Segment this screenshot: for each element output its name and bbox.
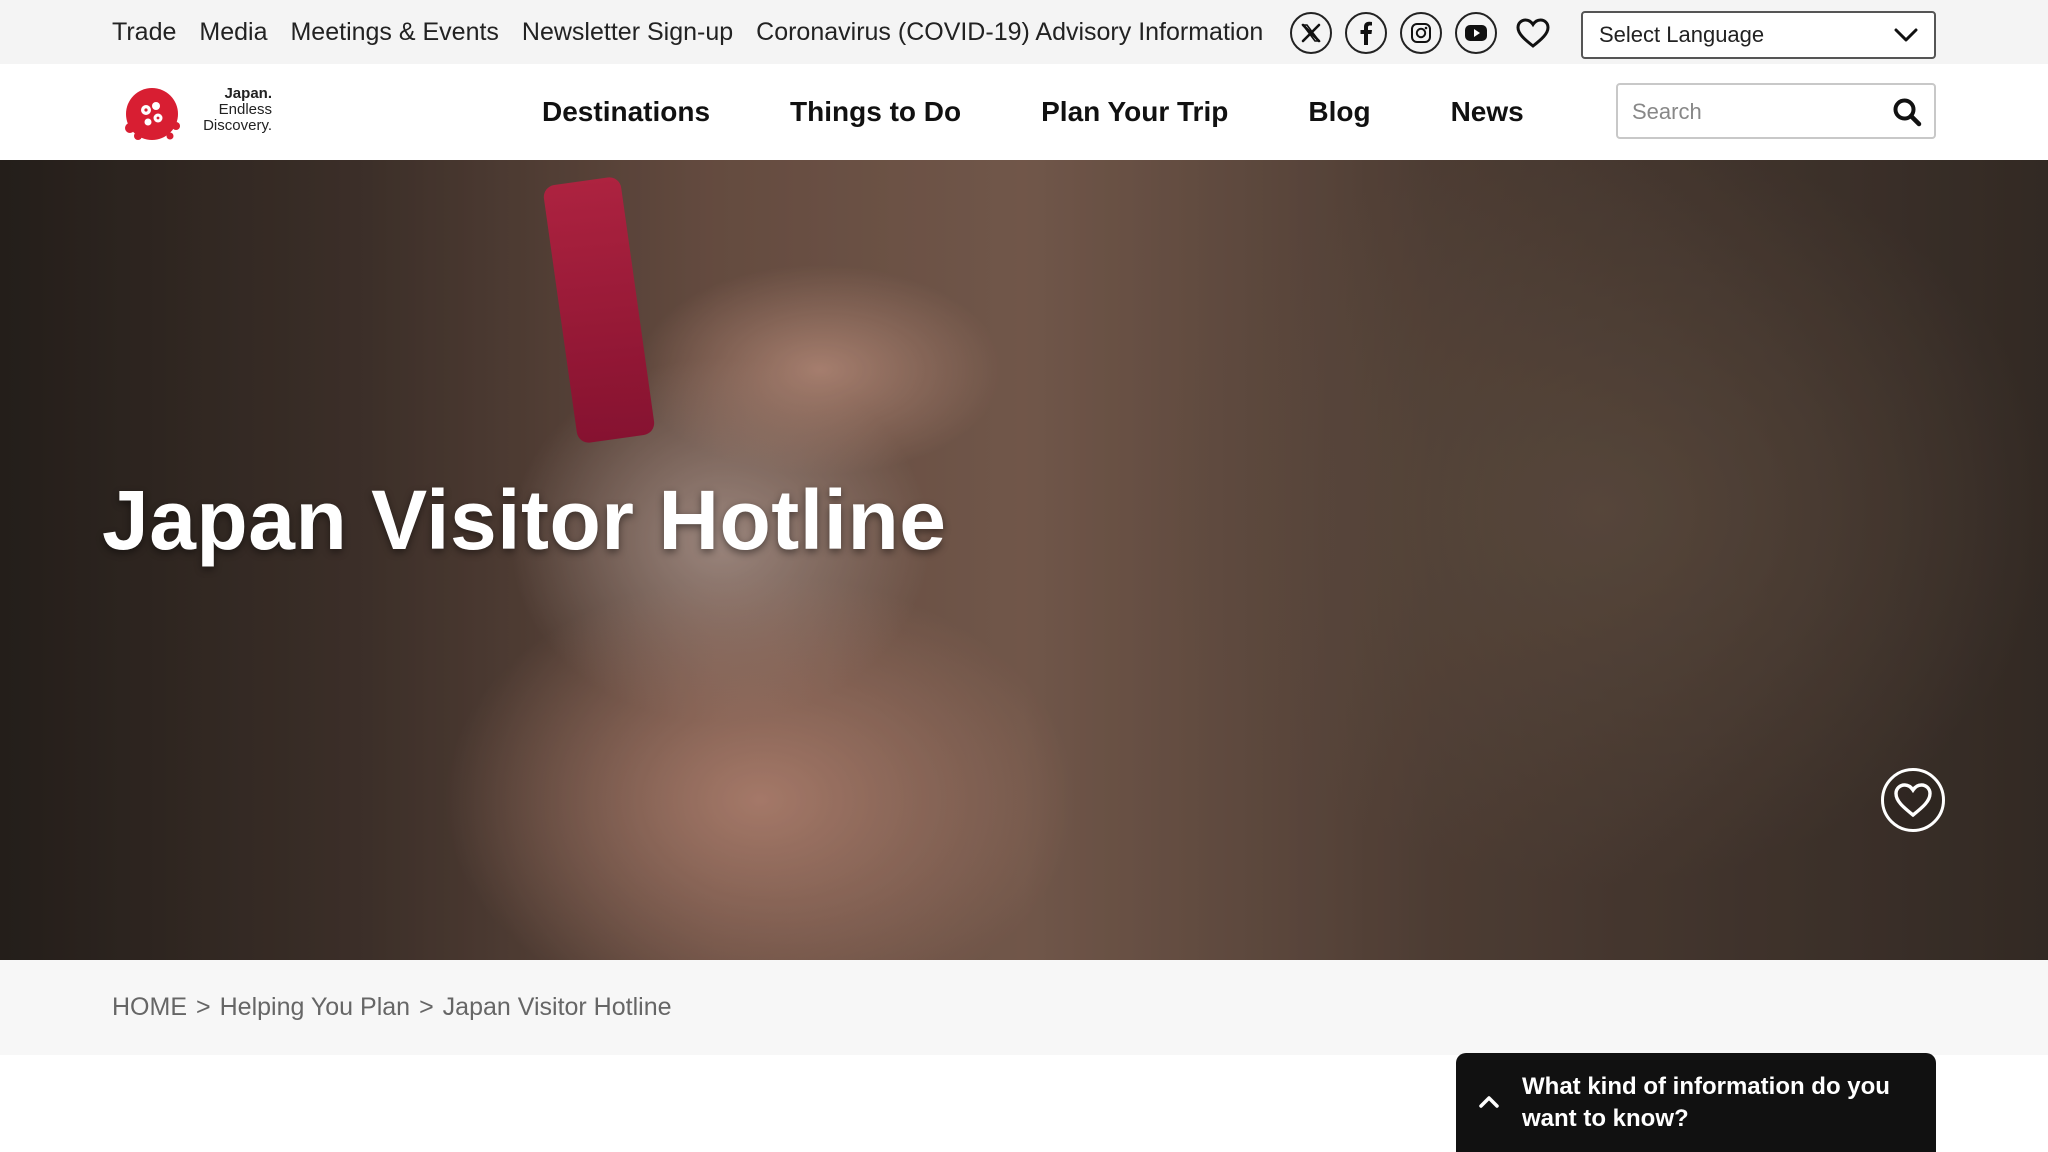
- breadcrumb-separator: >: [196, 993, 211, 1021]
- language-select-label: Select Language: [1599, 22, 1765, 47]
- breadcrumb-current: Japan Visitor Hotline: [442, 993, 672, 1021]
- favorites-heart-icon[interactable]: [1512, 12, 1554, 54]
- utility-link-media[interactable]: Media: [199, 18, 267, 47]
- youtube-icon[interactable]: [1455, 12, 1497, 54]
- utility-link-trade[interactable]: Trade: [112, 18, 176, 47]
- utility-bar: Trade Media Meetings & Events Newsletter…: [0, 0, 2048, 64]
- nav-blog[interactable]: Blog: [1308, 96, 1370, 128]
- logo-line-3: Discovery.: [203, 117, 272, 134]
- search-input[interactable]: [1632, 95, 1882, 129]
- facebook-icon[interactable]: [1345, 12, 1387, 54]
- chevron-down-icon: [1894, 28, 1918, 42]
- breadcrumb-home[interactable]: HOME: [112, 993, 187, 1022]
- x-icon[interactable]: [1290, 12, 1332, 54]
- social-links: [1290, 12, 1554, 54]
- utility-link-meetings-events[interactable]: Meetings & Events: [290, 18, 498, 47]
- nav-destinations[interactable]: Destinations: [542, 96, 710, 128]
- site-logo[interactable]: Japan. Endless Discovery.: [120, 82, 272, 142]
- help-widget-text: What kind of information do you want to …: [1522, 1073, 1890, 1132]
- instagram-icon[interactable]: [1400, 12, 1442, 54]
- nav-plan-your-trip[interactable]: Plan Your Trip: [1041, 96, 1228, 128]
- search-icon[interactable]: [1892, 97, 1922, 127]
- utility-link-newsletter[interactable]: Newsletter Sign-up: [522, 18, 733, 47]
- nav-things-to-do[interactable]: Things to Do: [790, 96, 961, 128]
- nav-news[interactable]: News: [1451, 96, 1524, 128]
- breadcrumb: HOME > Helping You Plan > Japan Visitor …: [0, 960, 2048, 1055]
- breadcrumb-separator: >: [419, 993, 434, 1021]
- hero-banner: Japan Visitor Hotline: [0, 160, 2048, 960]
- logo-line-2: Endless: [218, 101, 272, 118]
- primary-nav: Destinations Things to Do Plan Your Trip…: [542, 64, 1524, 160]
- search-box: [1616, 83, 1936, 139]
- cherry-blossom-logo-icon: [125, 88, 180, 140]
- page-title: Japan Visitor Hotline: [102, 473, 947, 567]
- add-to-favorites-button[interactable]: [1881, 768, 1945, 832]
- logo-line-1: Japan.: [224, 85, 272, 102]
- language-select[interactable]: Select Language: [1581, 11, 1936, 59]
- utility-links: Trade Media Meetings & Events Newsletter…: [112, 0, 1263, 64]
- breadcrumb-helping-you-plan[interactable]: Helping You Plan: [220, 993, 410, 1022]
- main-header: Japan. Endless Discovery. Destinations T…: [0, 64, 2048, 160]
- info-help-widget[interactable]: What kind of information do you want to …: [1456, 1053, 1936, 1152]
- utility-link-covid-advisory[interactable]: Coronavirus (COVID-19) Advisory Informat…: [756, 18, 1263, 47]
- chevron-up-icon: [1479, 1096, 1499, 1108]
- heart-icon: [1894, 783, 1932, 818]
- logo-wordmark: Japan. Endless Discovery.: [192, 86, 272, 134]
